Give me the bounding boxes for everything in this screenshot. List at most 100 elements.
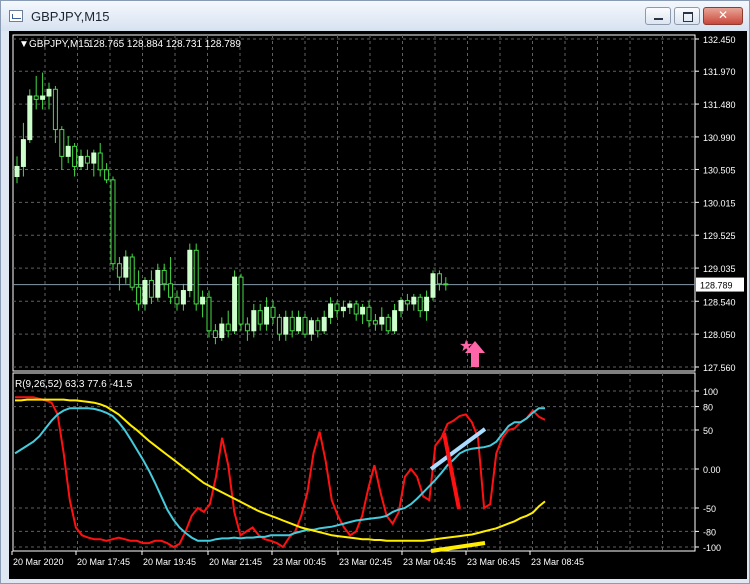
bull-candle [65,145,71,157]
bear-candle [72,145,78,167]
bear-candle [417,296,423,312]
chart-area[interactable]: ★ 132.450 131.970 131.480 130.990 130.505 130… [9,31,747,579]
bear-candle [244,323,250,332]
bull-candle [180,290,186,305]
chart-app-icon [9,10,23,22]
price-tick-label: 132.450 [703,35,736,45]
bear-candle [104,169,110,181]
bear-candle [59,129,65,157]
bull-candle [200,296,206,305]
time-tick-label: 23 Mar 00:45 [273,557,326,567]
bull-candle [379,316,385,325]
indicator-tick-label: -80 [703,527,716,537]
price-tick-label: 128.050 [703,330,736,340]
bear-candle [193,249,199,305]
bull-candle [251,310,257,332]
bull-candle [27,95,33,141]
indicator-tick-label: -50 [703,504,716,514]
bull-candle [40,95,46,100]
bear-candle [212,330,218,338]
bull-candle [340,306,346,312]
minimize-button[interactable] [645,7,671,25]
bull-candle [430,273,436,298]
time-tick-label: 20 Mar 21:45 [209,557,262,567]
bull-candle [187,249,193,292]
chart-window: GBPJPY,M15 ★ 132.450131.970131.480130.99… [0,0,750,584]
bull-candle [360,306,366,315]
time-tick-label: 23 Mar 02:45 [339,557,392,567]
bear-candle [97,152,103,171]
bear-candle [33,95,39,100]
bear-candle [161,269,167,285]
bear-candle [372,320,378,325]
indicator-tick-label: 0.00 [703,465,721,475]
bull-candle [411,296,417,305]
bear-candle [136,286,142,305]
bull-candle [347,303,353,308]
bull-candle [308,320,314,335]
title-bar[interactable]: GBPJPY,M15 [1,1,749,31]
price-tick-label: 131.970 [703,67,736,77]
bear-candle [404,300,410,305]
bear-candle [257,310,263,325]
time-tick-label: 23 Mar 04:45 [403,557,456,567]
bear-candle [276,316,282,335]
bear-candle [168,283,174,298]
bull-candle [232,276,238,332]
bear-candle [385,316,391,332]
bear-candle [334,303,340,312]
bull-candle [14,165,20,178]
time-tick-label: 20 Mar 17:45 [77,557,130,567]
time-tick-label: 23 Mar 08:45 [531,557,584,567]
bull-candle [91,152,97,164]
bull-candle [296,316,302,332]
bull-candle [46,88,52,97]
bear-candle [315,320,321,332]
current-price-label: 128.789 [700,281,733,291]
bull-candle [328,303,334,318]
price-tick-label: 130.990 [703,133,736,143]
bear-candle [302,316,308,335]
maximize-button[interactable] [674,7,700,25]
bull-candle [123,256,129,278]
bear-candle [353,303,359,315]
bear-candle [289,316,295,332]
bull-candle [78,155,84,167]
price-tick-label: 130.505 [703,165,736,175]
bear-candle [225,323,231,332]
window-title: GBPJPY,M15 [31,9,110,24]
indicator-tick-label: 50 [703,426,713,436]
bear-candle [443,283,449,286]
close-button[interactable] [703,7,743,25]
bull-candle [392,310,398,332]
bear-candle [116,263,122,278]
bull-candle [219,323,225,338]
chart-header-arrow[interactable]: ▼ [19,39,29,50]
price-tick-label: 130.015 [703,198,736,208]
bear-candle [366,306,372,322]
indicator-tick-label: -100 [703,543,721,553]
price-tick-label: 128.540 [703,297,736,307]
time-tick-label: 23 Mar 06:45 [467,557,520,567]
indicator-label: R(9,26,52) 63.3 77.6 -41.5 [15,379,133,390]
bear-candle [436,273,442,285]
bear-candle [270,306,276,318]
bear-candle [84,155,90,164]
bear-candle [206,296,212,332]
bull-candle [398,300,404,312]
bear-candle [129,256,135,288]
chart-header-symbol: GBPJPY,M15 [29,39,90,50]
bull-candle [264,306,270,325]
bull-candle [142,279,148,305]
price-tick-label: 129.035 [703,264,736,274]
price-tick-label: 131.480 [703,100,736,110]
indicator-tick-label: 100 [703,387,718,397]
bull-candle [283,316,289,335]
bull-candle [20,139,26,167]
price-chart-svg[interactable]: ★ 132.450131.970131.480130.990130.505130… [9,31,747,579]
bull-candle [155,269,161,298]
bear-candle [174,296,180,305]
price-tick-label: 129.525 [703,231,736,241]
price-tick-label: 127.560 [703,363,736,373]
time-tick-label: 20 Mar 2020 [13,557,64,567]
